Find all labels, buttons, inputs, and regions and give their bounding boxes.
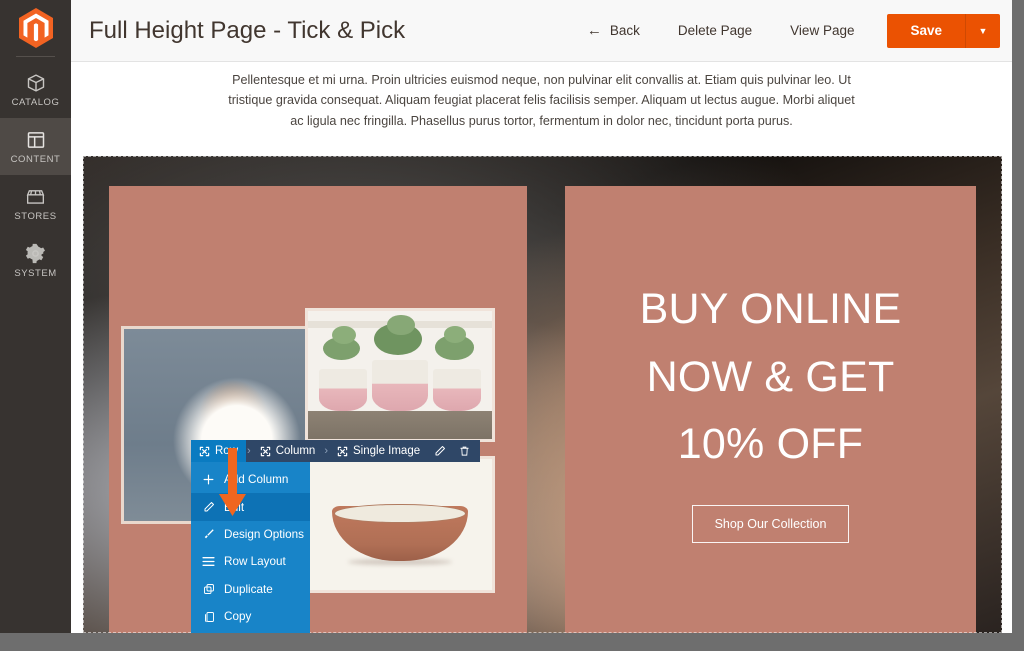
promo-line-2: NOW & GET (646, 352, 895, 401)
sidebar-item-label: SYSTEM (14, 267, 57, 279)
rows-icon (202, 555, 215, 568)
pot-right (433, 368, 481, 411)
move-icon (199, 446, 210, 457)
sidebar-item-label: CATALOG (11, 96, 60, 108)
arrow-left-icon: ← (586, 22, 602, 39)
menu-item-label: Edit (224, 500, 245, 514)
browser-window: CATALOG CONTENT STORES SYSTEM Full Heigh… (0, 0, 1024, 651)
sidebar-divider (16, 56, 55, 57)
menu-item-label: Add Column (224, 473, 289, 487)
menu-item-duplicate[interactable]: Duplicate (191, 576, 310, 603)
promo-banner: BUY ONLINE NOW & GET 10% OFF Shop Our Co… (565, 186, 976, 633)
menu-item-label: Copy (224, 610, 252, 624)
view-page-button[interactable]: View Page (771, 23, 873, 38)
breadcrumb-item-column[interactable]: Column (252, 440, 324, 462)
delete-page-button[interactable]: Delete Page (659, 23, 771, 38)
sidebar-item-label: CONTENT (10, 153, 61, 165)
page-builder-context-menu: Row › Column › Single Image Add Column E… (191, 440, 481, 633)
page-builder-breadcrumb: Row › Column › Single Image (191, 440, 481, 462)
promo-line-1: BUY ONLINE (639, 284, 902, 333)
menu-item-label: Duplicate (224, 582, 273, 596)
breadcrumb-label: Single Image (353, 445, 421, 457)
menu-item-copy[interactable]: Copy (191, 603, 310, 630)
sidebar-item-system[interactable]: SYSTEM (0, 232, 71, 289)
delete-page-label: Delete Page (677, 23, 753, 38)
leaf-icon (387, 314, 415, 336)
menu-item-edit[interactable]: Edit (191, 493, 310, 521)
duplicate-icon (202, 583, 215, 596)
image-succulents[interactable] (305, 308, 495, 442)
move-icon (260, 446, 271, 457)
page-title: Full Height Page - Tick & Pick (89, 16, 406, 44)
plus-icon (202, 473, 215, 486)
leaf-icon (331, 326, 356, 345)
shelf (308, 410, 492, 439)
sidebar-item-stores[interactable]: STORES (0, 175, 71, 232)
pencil-icon (202, 501, 215, 514)
layout-icon (25, 129, 47, 151)
sidebar-item-label: STORES (14, 210, 57, 222)
magento-logo[interactable] (0, 0, 71, 56)
move-icon (337, 446, 348, 457)
edit-pencil-icon[interactable] (428, 440, 452, 462)
breadcrumb-label: Row (215, 445, 239, 457)
three-succulent-pots-photo (308, 311, 492, 439)
sidebar-item-content[interactable]: CONTENT (0, 118, 71, 175)
intro-paragraph: Pellentesque et mi urna. Proin ultricies… (228, 73, 855, 128)
back-button[interactable]: ← Back (568, 23, 659, 38)
trash-icon[interactable] (452, 440, 476, 462)
menu-item-label: Row Layout (224, 555, 286, 569)
menu-item-add-column[interactable]: Add Column (191, 466, 310, 493)
page-builder-canvas: Pellentesque et mi urna. Proin ultricies… (71, 62, 1012, 633)
save-button-group: Save ▼ (887, 13, 1000, 48)
back-button-label: Back (609, 23, 640, 38)
save-button[interactable]: Save (887, 14, 965, 48)
shop-our-collection-button[interactable]: Shop Our Collection (691, 505, 850, 544)
promo-line-3: 10% OFF (677, 420, 864, 469)
app-frame: CATALOG CONTENT STORES SYSTEM Full Heigh… (0, 0, 1012, 633)
breadcrumb-item-single-image[interactable]: Single Image (329, 440, 428, 462)
breadcrumb-label: Column (275, 445, 316, 457)
brush-icon (202, 528, 215, 541)
breadcrumb-item-row[interactable]: Row (191, 440, 247, 462)
header-actions: ← Back Delete Page View Page Save ▼ (568, 0, 1012, 61)
page-header: Full Height Page - Tick & Pick ← Back De… (71, 0, 1012, 62)
menu-item-remove[interactable]: Remove (191, 630, 310, 633)
sidebar-item-catalog[interactable]: CATALOG (0, 61, 71, 118)
menu-item-row-layout[interactable]: Row Layout (191, 548, 310, 575)
pot-center (372, 359, 428, 411)
box-icon (25, 72, 47, 94)
gear-icon (25, 243, 47, 265)
save-dropdown-caret-icon[interactable]: ▼ (965, 13, 1000, 48)
menu-item-design-options[interactable]: Design Options (191, 521, 310, 548)
storefront-icon (25, 186, 47, 208)
copy-icon (202, 610, 215, 623)
menu-item-label: Design Options (224, 527, 304, 541)
page-builder-menu-list: Add Column Edit Design Options Row Layou… (191, 462, 310, 633)
admin-sidebar: CATALOG CONTENT STORES SYSTEM (0, 0, 71, 633)
pot-left (319, 368, 367, 411)
view-page-label: View Page (790, 23, 855, 38)
magento-logo-icon (18, 8, 53, 48)
